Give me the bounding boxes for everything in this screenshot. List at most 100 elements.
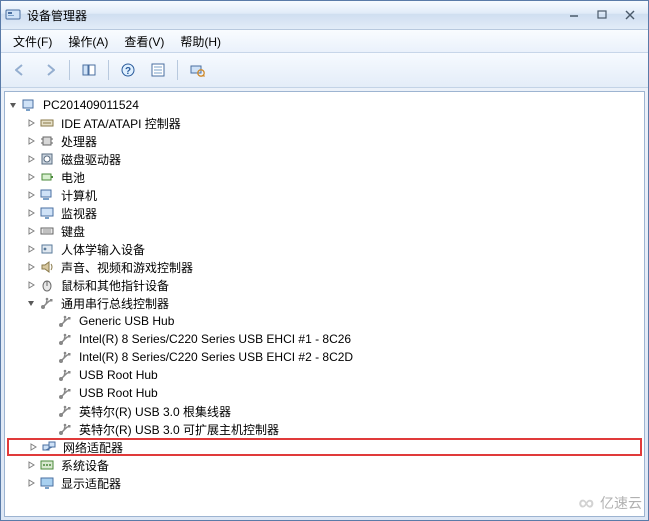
tree-node-label: 英特尔(R) USB 3.0 根集线器 — [77, 403, 233, 420]
sound-icon — [39, 259, 55, 275]
tree-node[interactable]: USB Root Hub — [7, 384, 642, 402]
window-controls — [560, 5, 644, 25]
usb-ctrl-icon — [39, 295, 55, 311]
properties-button[interactable] — [145, 57, 171, 83]
expand-icon[interactable] — [25, 153, 37, 165]
expander-spacer — [43, 423, 55, 435]
hid-icon — [39, 241, 55, 257]
expander-spacer — [43, 315, 55, 327]
expand-icon[interactable] — [25, 243, 37, 255]
system-icon — [39, 457, 55, 473]
battery-icon — [39, 169, 55, 185]
device-tree[interactable]: PC201409011524 IDE ATA/ATAPI 控制器处理器磁盘驱动器电… — [5, 92, 644, 496]
tree-node-label: 鼠标和其他指针设备 — [59, 277, 171, 294]
usb-icon — [57, 331, 73, 347]
tree-node-label: 声音、视频和游戏控制器 — [59, 259, 195, 276]
disk-icon — [39, 151, 55, 167]
expander-spacer — [43, 333, 55, 345]
expander-spacer — [43, 369, 55, 381]
tree-node[interactable]: 英特尔(R) USB 3.0 可扩展主机控制器 — [7, 420, 642, 438]
tree-node[interactable]: 网络适配器 — [7, 438, 642, 456]
tree-node-label: Intel(R) 8 Series/C220 Series USB EHCI #… — [77, 332, 353, 346]
expand-icon[interactable] — [25, 477, 37, 489]
close-button[interactable] — [616, 5, 644, 25]
tree-node-label: 显示适配器 — [59, 475, 123, 492]
tree-node[interactable]: Intel(R) 8 Series/C220 Series USB EHCI #… — [7, 348, 642, 366]
monitor-icon — [39, 205, 55, 221]
maximize-button[interactable] — [588, 5, 616, 25]
tree-node-label: 监视器 — [59, 205, 99, 222]
tree-node[interactable]: USB Root Hub — [7, 366, 642, 384]
tree-node-label: USB Root Hub — [77, 386, 160, 400]
cpu-icon — [39, 133, 55, 149]
usb-icon — [57, 421, 73, 437]
tree-node[interactable]: Generic USB Hub — [7, 312, 642, 330]
window-title: 设备管理器 — [27, 7, 560, 24]
expand-icon[interactable] — [25, 135, 37, 147]
tree-node[interactable]: IDE ATA/ATAPI 控制器 — [7, 114, 642, 132]
menu-view[interactable]: 查看(V) — [116, 31, 172, 52]
expand-icon[interactable] — [25, 171, 37, 183]
collapse-icon[interactable] — [7, 99, 19, 111]
tree-node[interactable]: 系统设备 — [7, 456, 642, 474]
tree-node[interactable]: 电池 — [7, 168, 642, 186]
help-button[interactable]: ? — [115, 57, 141, 83]
menu-action[interactable]: 操作(A) — [60, 31, 116, 52]
svg-text:?: ? — [125, 66, 131, 77]
menu-file[interactable]: 文件(F) — [5, 31, 60, 52]
menu-help[interactable]: 帮助(H) — [172, 31, 229, 52]
usb-icon — [57, 403, 73, 419]
expand-icon[interactable] — [25, 261, 37, 273]
tree-node[interactable]: 计算机 — [7, 186, 642, 204]
expand-icon[interactable] — [25, 459, 37, 471]
expand-icon[interactable] — [25, 225, 37, 237]
tree-node[interactable]: 磁盘驱动器 — [7, 150, 642, 168]
tree-node[interactable]: 监视器 — [7, 204, 642, 222]
show-hide-tree-button[interactable] — [76, 57, 102, 83]
expand-icon[interactable] — [25, 207, 37, 219]
ide-icon — [39, 115, 55, 131]
tree-node-label: 电池 — [59, 169, 87, 186]
tree-node[interactable]: 键盘 — [7, 222, 642, 240]
expand-icon[interactable] — [25, 117, 37, 129]
tree-node-label: 磁盘驱动器 — [59, 151, 123, 168]
tree-node[interactable]: 英特尔(R) USB 3.0 根集线器 — [7, 402, 642, 420]
tree-node[interactable]: 声音、视频和游戏控制器 — [7, 258, 642, 276]
tree-node-label: USB Root Hub — [77, 368, 160, 382]
app-icon — [5, 7, 21, 23]
device-manager-window: 设备管理器 文件(F) 操作(A) 查看(V) 帮助(H) ? PC201409… — [0, 0, 649, 521]
tree-node[interactable]: 显示适配器 — [7, 474, 642, 492]
titlebar: 设备管理器 — [1, 1, 648, 30]
tree-node[interactable]: 鼠标和其他指针设备 — [7, 276, 642, 294]
tree-node-label: Intel(R) 8 Series/C220 Series USB EHCI #… — [77, 350, 355, 364]
toolbar-separator — [108, 60, 109, 80]
tree-node[interactable]: PC201409011524 — [7, 96, 642, 114]
expand-icon[interactable] — [25, 189, 37, 201]
expand-icon[interactable] — [27, 441, 39, 453]
expand-icon[interactable] — [25, 279, 37, 291]
tree-node[interactable]: 处理器 — [7, 132, 642, 150]
tree-node-label: 英特尔(R) USB 3.0 可扩展主机控制器 — [77, 421, 281, 438]
tree-node-label: 人体学输入设备 — [59, 241, 147, 258]
tree-node-label: 键盘 — [59, 223, 87, 240]
tree-node[interactable]: 人体学输入设备 — [7, 240, 642, 258]
back-button[interactable] — [7, 57, 33, 83]
tree-node-label: IDE ATA/ATAPI 控制器 — [59, 115, 183, 132]
tree-node-label: 计算机 — [59, 187, 99, 204]
tree-node-label: 通用串行总线控制器 — [59, 295, 171, 312]
tree-node[interactable]: 通用串行总线控制器 — [7, 294, 642, 312]
minimize-button[interactable] — [560, 5, 588, 25]
tree-node-label: 处理器 — [59, 133, 99, 150]
display-icon — [39, 475, 55, 491]
collapse-icon[interactable] — [25, 297, 37, 309]
toolbar: ? — [1, 53, 648, 88]
toolbar-separator — [69, 60, 70, 80]
keyboard-icon — [39, 223, 55, 239]
expander-spacer — [43, 387, 55, 399]
menubar: 文件(F) 操作(A) 查看(V) 帮助(H) — [1, 30, 648, 53]
forward-button[interactable] — [37, 57, 63, 83]
tree-node[interactable]: Intel(R) 8 Series/C220 Series USB EHCI #… — [7, 330, 642, 348]
usb-icon — [57, 313, 73, 329]
scan-hardware-button[interactable] — [184, 57, 210, 83]
tree-node-label: PC201409011524 — [41, 98, 141, 112]
